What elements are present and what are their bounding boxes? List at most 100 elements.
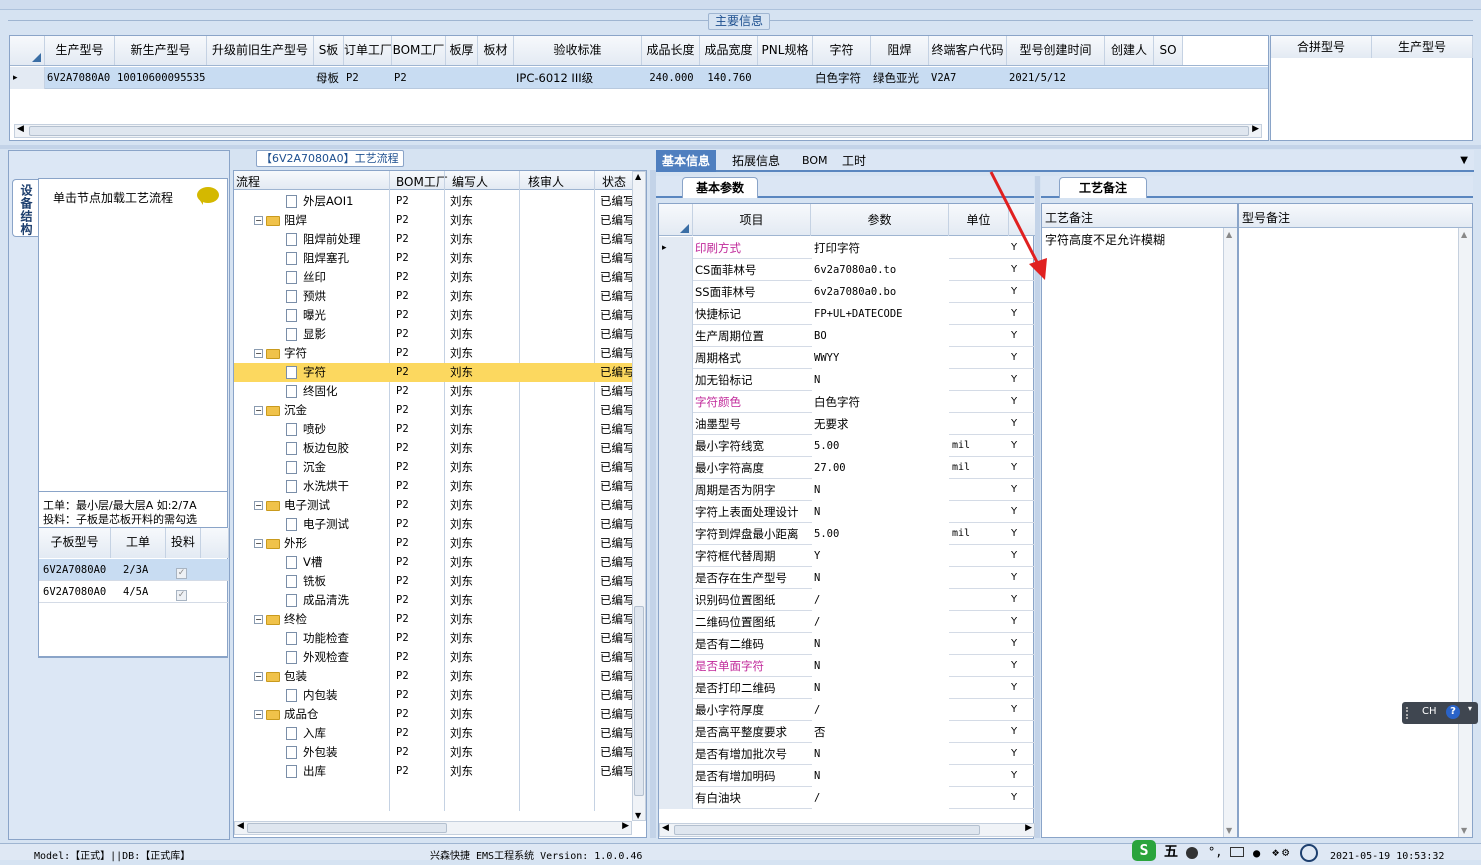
param-value-cell[interactable]: 否 (812, 721, 949, 743)
scroll-left-icon[interactable]: ◀ (662, 823, 669, 833)
table-cell[interactable]: V2A7 (931, 67, 1006, 89)
column-header[interactable]: BOM工厂 (392, 36, 446, 65)
param-value-cell[interactable]: N (812, 567, 949, 589)
row-selector[interactable] (659, 501, 693, 523)
subtab-basic-params[interactable]: 基本参数 (682, 177, 758, 198)
tree-leaf-node[interactable]: 成品清洗 P2 刘东 已编写 (234, 591, 632, 610)
sogou-ime-icon[interactable]: S (1132, 840, 1156, 861)
table-cell[interactable]: 白色字符 (815, 67, 870, 89)
param-value-cell[interactable]: 6v2a7080a0.bo (812, 281, 949, 303)
param-value-cell[interactable]: 5.00 (812, 435, 949, 457)
tab-bom[interactable]: BOM (796, 150, 834, 172)
vertical-splitter[interactable] (650, 170, 656, 838)
column-header[interactable]: 板厚 (446, 36, 478, 65)
process-notes-panel[interactable]: 工艺备注 字符高度不足允许模糊 ▲ ▼ (1041, 203, 1238, 838)
column-header[interactable]: S板 (314, 36, 344, 65)
table-cell[interactable] (1156, 67, 1182, 89)
tree-leaf-node[interactable]: V槽 P2 刘东 已编写 (234, 553, 632, 572)
row-selector[interactable] (659, 677, 693, 699)
scroll-up-icon[interactable]: ▲ (1461, 230, 1467, 239)
param-value-cell[interactable]: N (812, 743, 949, 765)
table-row[interactable]: ▸ 6V2A7080A0 10010600095535 母板 P2 P2 IPC-6012… (10, 67, 1268, 89)
tree-group-node[interactable]: − 终检 P2 刘东 已编写 (234, 610, 632, 629)
tree-leaf-node[interactable]: 水洗烘干 P2 刘东 已编写 (234, 477, 632, 496)
table-cell[interactable] (448, 67, 477, 89)
row-selector[interactable] (659, 655, 693, 677)
collapse-icon[interactable]: − (254, 672, 263, 681)
tree-leaf-node[interactable]: 板边包胶 P2 刘东 已编写 (234, 439, 632, 458)
scroll-left-icon[interactable]: ◀ (17, 124, 24, 134)
ime-menu-icon[interactable]: ▾ (1468, 704, 1472, 713)
tree-leaf-node[interactable]: 出库 P2 刘东 已编写 (234, 762, 632, 781)
column-header[interactable]: PNL规格 (758, 36, 813, 65)
table-cell[interactable]: IPC-6012 III级 (516, 67, 641, 89)
column-header[interactable]: 生产型号 (45, 36, 115, 65)
param-row[interactable]: 周期格式 WWYY Y (659, 347, 1035, 369)
row-selector[interactable] (659, 435, 693, 457)
param-row[interactable]: 识别码位置图纸 / Y (659, 589, 1035, 611)
table-cell[interactable] (209, 67, 313, 89)
param-value-cell[interactable]: 6v2a7080a0.to (812, 259, 949, 281)
param-value-cell[interactable]: N (812, 765, 949, 787)
row-selector[interactable] (659, 589, 693, 611)
param-row[interactable]: 是否单面字符 N Y (659, 655, 1035, 677)
param-row[interactable]: 是否有增加批次号 N Y (659, 743, 1035, 765)
table-cell[interactable]: 2021/5/12 (1009, 67, 1104, 89)
skin-icon[interactable]: ❖ (1272, 844, 1279, 861)
column-header[interactable]: 新生产型号 (115, 36, 207, 65)
params-hscroll[interactable]: ◀ ▶ (659, 823, 1035, 837)
param-row[interactable]: 是否打印二维码 N Y (659, 677, 1035, 699)
tree-leaf-node[interactable]: 内包装 P2 刘东 已编写 (234, 686, 632, 705)
row-selector[interactable] (659, 699, 693, 721)
row-selector[interactable] (659, 347, 693, 369)
tree-leaf-node[interactable]: 丝印 P2 刘东 已编写 (234, 268, 632, 287)
param-value-cell[interactable]: N (812, 633, 949, 655)
param-row[interactable]: 快捷标记 FP+UL+DATECODE Y (659, 303, 1035, 325)
row-selector[interactable] (659, 787, 693, 809)
tree-leaf-node[interactable]: 电子测试 P2 刘东 已编写 (234, 515, 632, 534)
param-row[interactable]: 最小字符高度 27.00 mil Y (659, 457, 1035, 479)
row-selector[interactable]: ▸ (659, 237, 693, 259)
row-selector[interactable] (659, 303, 693, 325)
tree-group-node[interactable]: − 包装 P2 刘东 已编写 (234, 667, 632, 686)
param-row[interactable]: 字符上表面处理设计 N Y (659, 501, 1035, 523)
param-row[interactable]: 有白油块 / Y (659, 787, 1035, 809)
param-value-cell[interactable]: FP+UL+DATECODE (812, 303, 949, 325)
param-value-cell[interactable]: 打印字符 (812, 237, 949, 259)
table-cell[interactable]: 母板 (316, 67, 343, 89)
tree-leaf-node[interactable]: 喷砂 P2 刘东 已编写 (234, 420, 632, 439)
column-header[interactable]: 阻焊 (871, 36, 929, 65)
collapse-icon[interactable]: − (254, 501, 263, 510)
param-row[interactable]: 生产周期位置 BO Y (659, 325, 1035, 347)
param-row[interactable]: 二维码位置图纸 / Y (659, 611, 1035, 633)
table-cell[interactable]: 10010600095535 (117, 67, 206, 89)
table-row[interactable]: 6V2A7080A0 2/3A ✓ (39, 559, 229, 581)
param-value-cell[interactable]: BO (812, 325, 949, 347)
table-cell[interactable] (480, 67, 513, 89)
keyboard-icon[interactable] (1230, 847, 1244, 857)
param-row[interactable]: 加无铅标记 N Y (659, 369, 1035, 391)
feed-checkbox[interactable]: ✓ (176, 590, 187, 601)
column-header[interactable]: 终端客户代码 (929, 36, 1007, 65)
user-icon[interactable]: ● (1253, 845, 1260, 862)
param-row[interactable]: 是否有二维码 N Y (659, 633, 1035, 655)
row-selector[interactable] (659, 369, 693, 391)
row-selector[interactable] (659, 567, 693, 589)
param-value-cell[interactable]: Y (812, 545, 949, 567)
scroll-down-icon[interactable]: ▼ (635, 811, 641, 820)
column-header[interactable]: 验收标准 (514, 36, 642, 65)
row-selector[interactable] (659, 523, 693, 545)
scroll-up-icon[interactable]: ▲ (635, 172, 641, 181)
table-cell[interactable]: 240.000 (644, 67, 699, 89)
tree-leaf-node[interactable]: 功能检查 P2 刘东 已编写 (234, 629, 632, 648)
merge-model-grid[interactable]: 合拼型号 生产型号 (1270, 35, 1473, 141)
column-header[interactable]: 订单工厂 (344, 36, 392, 65)
scroll-right-icon[interactable]: ▶ (622, 821, 629, 831)
table-cell[interactable]: 绿色亚光 (873, 67, 928, 89)
feed-checkbox[interactable]: ✓ (176, 568, 187, 579)
param-row[interactable]: CS面菲林号 6v2a7080a0.to Y (659, 259, 1035, 281)
tree-leaf-node[interactable]: 显影 P2 刘东 已编写 (234, 325, 632, 344)
collapse-icon[interactable]: − (254, 615, 263, 624)
param-value-cell[interactable]: N (812, 479, 949, 501)
param-row[interactable]: 是否有增加明码 N Y (659, 765, 1035, 787)
